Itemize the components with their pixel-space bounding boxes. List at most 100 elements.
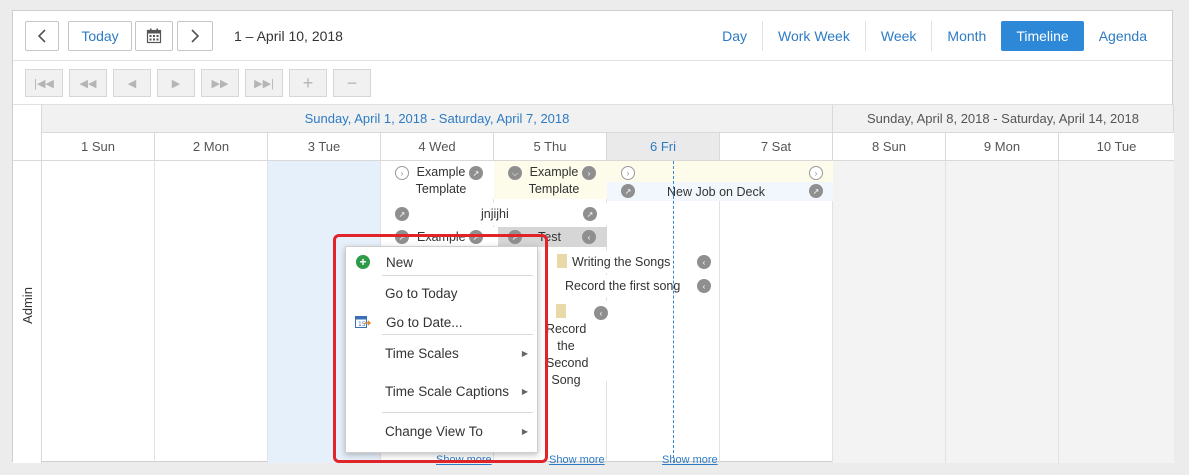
collapse-icon: ⌵ [508,166,522,180]
appointment[interactable]: ↗ jnjijhi ↗ [381,203,607,225]
context-menu: + New Go to Today 15 Go to Date... Time … [345,246,538,453]
day-header[interactable]: 7 Sat [720,133,833,161]
day-cell[interactable] [1059,161,1174,463]
day-cell[interactable] [720,161,833,463]
appointment-title: jnjijhi [481,207,509,221]
day-cell[interactable] [155,161,268,463]
add-icon: + [356,255,370,269]
today-button[interactable]: Today [68,21,132,51]
appointment-title: Example Template [528,165,580,196]
day-header[interactable]: 4 Wed [381,133,494,161]
view-month[interactable]: Month [932,21,1001,51]
calendar-goto-icon: 15 [355,316,371,328]
next-button[interactable] [177,21,213,51]
week-header[interactable]: Sunday, April 1, 2018 - Saturday, April … [42,105,833,133]
day-header[interactable]: 10 Tue [1059,133,1174,161]
day-header[interactable]: 1 Sun [42,133,155,161]
appointment[interactable]: ⌵ Example Template › [494,161,607,199]
view-day[interactable]: Day [707,21,764,51]
zoom-out-button[interactable]: − [333,69,371,97]
menu-item-time-scale-captions[interactable]: Time Scale Captions ▶ [346,378,537,404]
menu-item-change-view-to[interactable]: Change View To ▶ [346,418,537,444]
svg-text:15: 15 [358,321,366,328]
appointment-title: New Job on Deck [667,185,765,199]
day-header[interactable]: 8 Sun [833,133,946,161]
appointment-title: Record the Second Song [546,322,589,387]
day-cell[interactable] [607,161,720,463]
back-icon: ‹ [697,255,711,269]
scheduler-toolbar: Today 1 – April 10, 2018 Day Work Week W… [13,11,1172,61]
menu-divider [382,275,533,276]
step-back-icon: ◀ [127,77,137,90]
menu-item-go-to-date[interactable]: 15 Go to Date... [346,309,537,335]
resource-header: Admin [13,255,42,355]
day-cell[interactable] [946,161,1059,463]
show-more-link[interactable]: Show more [549,454,605,466]
menu-divider [382,412,533,413]
page-forward-button[interactable]: ▶▶ [201,69,239,97]
appointment[interactable]: › › ↗ New Job on Deck ↗ [607,161,833,201]
timeline-grid: Admin Sunday, April 1, 2018 - Saturday, … [13,105,1174,466]
timeline-nav-toolbar: |◀◀ ◀◀ ◀ ▶ ▶▶ ▶▶| + − [13,61,1172,105]
calendar-button[interactable] [135,21,173,51]
plus-icon: + [302,72,314,93]
chevron-left-icon [37,29,46,43]
day-header[interactable]: 9 Mon [946,133,1059,161]
recurrence-icon: › [395,166,409,180]
task-icon [557,254,567,268]
back-icon: ‹ [697,279,711,293]
view-timeline[interactable]: Timeline [1001,21,1084,51]
submenu-arrow-icon: ▶ [521,426,528,436]
appointment-title: Record the first song [565,279,681,293]
step-back-button[interactable]: ◀ [113,69,151,97]
status-icon: ↗ [809,184,823,198]
menu-item-time-scales[interactable]: Time Scales ▶ [346,340,537,366]
task-icon [556,304,566,318]
status-icon: ↗ [583,207,597,221]
day-cell[interactable] [42,161,155,463]
zoom-in-button[interactable]: + [289,69,327,97]
day-header[interactable]: 5 Thu [494,133,607,161]
view-switcher: Day Work Week Week Month Timeline Agenda [707,21,1162,51]
next-icon: › [582,166,596,180]
last-button[interactable]: ▶▶| [245,69,283,97]
status-icon: ↗ [469,166,483,180]
appointment[interactable]: Record the first song ‹ [553,275,719,297]
last-icon: ▶▶| [254,77,274,90]
day-header-today[interactable]: 6 Fri [607,133,720,161]
menu-item-new[interactable]: + New [346,249,537,275]
day-header[interactable]: 3 Tue [268,133,381,161]
back-icon: ‹ [582,230,596,244]
menu-item-go-to-today[interactable]: Go to Today [346,280,537,306]
appointment[interactable]: › Example Template ↗ [381,161,494,199]
status-icon: ↗ [395,207,409,221]
page-back-button[interactable]: ◀◀ [69,69,107,97]
view-work-week[interactable]: Work Week [763,21,866,51]
previous-button[interactable] [25,21,59,51]
recurrence-icon: › [621,166,635,180]
menu-divider [382,334,533,335]
calendar-icon [146,28,162,44]
page-back-icon: ◀◀ [79,77,97,90]
show-more-link[interactable]: Show more [662,454,718,466]
submenu-arrow-icon: ▶ [521,348,528,358]
appointment-title: Example Template [415,165,467,196]
view-week[interactable]: Week [866,21,933,51]
minus-icon: − [346,72,358,93]
first-button[interactable]: |◀◀ [25,69,63,97]
week-header[interactable]: Sunday, April 8, 2018 - Saturday, April … [833,105,1174,133]
step-forward-icon: ▶ [171,77,181,90]
submenu-arrow-icon: ▶ [521,386,528,396]
step-forward-button[interactable]: ▶ [157,69,195,97]
day-cell[interactable] [833,161,946,463]
day-header[interactable]: 2 Mon [155,133,268,161]
scheduler: Today 1 – April 10, 2018 Day Work Week W… [12,10,1174,466]
appointment-title: Writing the Songs [572,255,671,269]
back-icon: ‹ [594,306,608,320]
appointment[interactable]: Writing the Songs ‹ [553,251,719,273]
resource-name: Admin [20,286,36,324]
recurrence-icon: › [809,166,823,180]
view-agenda[interactable]: Agenda [1084,21,1162,51]
chevron-right-icon [191,29,200,43]
first-icon: |◀◀ [34,77,54,90]
